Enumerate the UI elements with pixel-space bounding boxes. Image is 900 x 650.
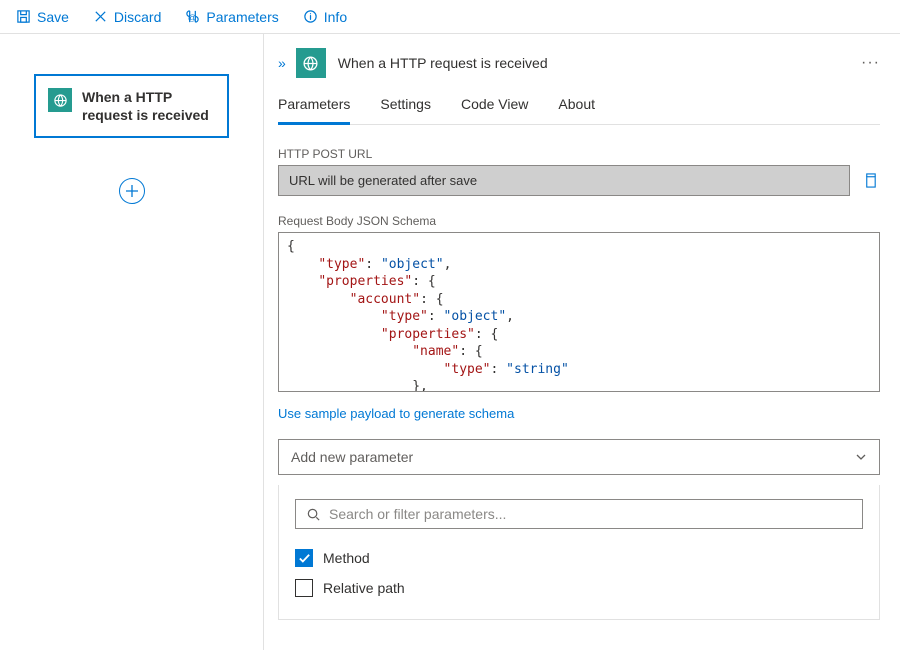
designer-canvas: When a HTTP request is received (0, 34, 263, 650)
top-toolbar: Save Discard @ Parameters Info (0, 0, 900, 34)
sample-payload-link[interactable]: Use sample payload to generate schema (278, 406, 514, 421)
url-field-label: HTTP POST URL (278, 147, 880, 161)
schema-field-label: Request Body JSON Schema (278, 214, 880, 228)
plus-icon (125, 184, 139, 198)
tab-parameters[interactable]: Parameters (278, 96, 350, 125)
trigger-card-label: When a HTTP request is received (82, 88, 215, 124)
add-step-button[interactable] (119, 178, 145, 204)
add-parameter-dropdown[interactable]: Add new parameter (278, 439, 880, 475)
chevron-down-icon (855, 451, 867, 463)
panel-title: When a HTTP request is received (338, 55, 548, 71)
discard-button[interactable]: Discard (85, 5, 169, 29)
save-label: Save (37, 9, 69, 25)
checkbox-relative-path[interactable] (295, 579, 313, 597)
option-relative-path-label: Relative path (323, 580, 405, 596)
tab-settings[interactable]: Settings (380, 96, 431, 124)
http-post-url-field: URL will be generated after save (278, 165, 850, 196)
discard-label: Discard (114, 9, 161, 25)
http-trigger-icon (296, 48, 326, 78)
info-label: Info (324, 9, 347, 25)
panel-menu-button[interactable]: ··· (861, 54, 880, 72)
copy-icon (863, 172, 878, 189)
option-method-label: Method (323, 550, 370, 566)
add-parameter-label: Add new parameter (291, 449, 413, 465)
info-icon (303, 9, 318, 24)
search-icon (306, 507, 321, 522)
check-icon (298, 552, 311, 565)
collapse-panel-button[interactable]: » (278, 55, 284, 71)
trigger-card[interactable]: When a HTTP request is received (34, 74, 229, 138)
save-icon (16, 9, 31, 24)
checkbox-method[interactable] (295, 549, 313, 567)
option-relative-path[interactable]: Relative path (295, 573, 863, 603)
parameters-label: Parameters (206, 9, 278, 25)
panel-tabs: Parameters Settings Code View About (278, 96, 880, 125)
parameter-dropdown-panel: Method Relative path (278, 485, 880, 620)
parameter-search-input[interactable] (329, 506, 852, 522)
svg-text:@: @ (188, 12, 197, 22)
parameter-search[interactable] (295, 499, 863, 529)
copy-url-button[interactable] (860, 165, 880, 196)
save-button[interactable]: Save (8, 5, 77, 29)
http-trigger-icon (48, 88, 72, 112)
option-method[interactable]: Method (295, 543, 863, 573)
parameters-icon: @ (185, 9, 200, 24)
tab-code-view[interactable]: Code View (461, 96, 528, 124)
info-button[interactable]: Info (295, 5, 355, 29)
schema-textarea[interactable]: { "type": "object", "properties": { "acc… (278, 232, 880, 392)
parameters-button[interactable]: @ Parameters (177, 5, 286, 29)
tab-about[interactable]: About (558, 96, 595, 124)
details-panel: » When a HTTP request is received ··· Pa… (264, 34, 900, 650)
discard-icon (93, 9, 108, 24)
